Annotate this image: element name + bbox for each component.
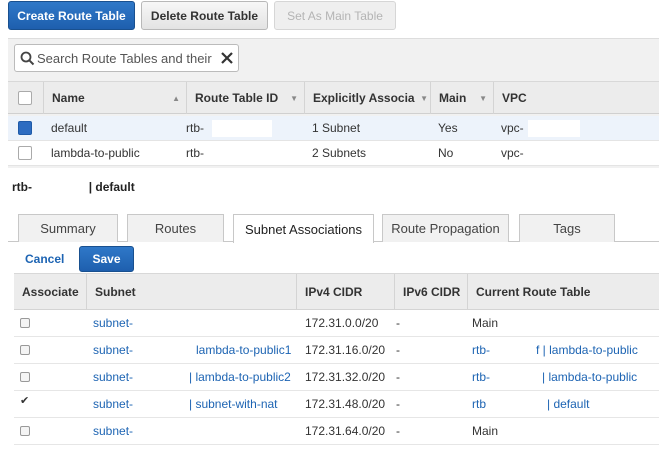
route-tables-header: Name ▲ Route Table ID ▼ Explicitly Assoc… [8,81,659,114]
sort-icon: ▼ [290,94,298,103]
column-current-route-table: Current Route Table [467,274,659,310]
route-table-name: default [51,121,88,135]
ipv6-cidr: - [396,343,400,357]
subnet-id-link[interactable]: subnet- [93,337,133,364]
delete-route-table-button[interactable]: Delete Route Table [141,1,268,30]
route-table-row[interactable]: default rtb- 1 Subnet Yes vpc- [8,116,659,141]
main-flag: No [438,146,454,160]
subnet-id-link[interactable]: subnet- [93,418,133,445]
ipv6-cidr: - [396,397,400,411]
subnet-row: subnet- 172.31.0.0/20 - Main [14,310,659,337]
redacted-block [212,120,272,137]
subnet-name-link[interactable]: lambda-to-public1 [196,337,291,364]
column-ipv6-cidr: IPv6 CIDR [394,274,467,310]
subnet-id-link[interactable]: subnet- [93,364,133,391]
search-input[interactable] [37,49,215,67]
route-table-id-link[interactable]: rtb [472,391,486,418]
explicit-associations: 2 Subnets [312,146,367,160]
explicit-associations: 1 Subnet [312,121,361,135]
route-table-name-link[interactable]: f | lambda-to-public [536,337,638,364]
route-table-name-link[interactable]: | lambda-to-public [542,364,637,391]
column-explicitly-associated[interactable]: Explicitly Associa ▼ [304,82,430,114]
route-table-id-link[interactable]: rtb- [472,364,490,391]
column-associate: Associate [22,285,79,299]
sort-asc-icon: ▲ [172,94,180,103]
search-box[interactable] [14,44,239,72]
associate-checkbox[interactable] [20,345,30,355]
cancel-link[interactable]: Cancel [25,252,64,266]
route-table-name-link[interactable]: | default [547,391,589,418]
row-checkbox[interactable] [18,146,32,160]
main-flag: Yes [438,121,458,135]
associate-checkbox-checked[interactable]: ✔ [20,394,29,407]
route-table-id: rtb- [186,146,204,160]
tab-route-propagation[interactable]: Route Propagation [382,214,509,242]
column-subnet: Subnet [86,274,296,310]
ipv6-cidr: - [396,316,400,330]
subnet-row: ✔ subnet- | subnet-with-nat 172.31.48.0/… [14,391,659,418]
ipv4-cidr: 172.31.16.0/20 [305,343,386,357]
clear-search-icon[interactable] [221,52,233,64]
column-ipv4-cidr: IPv4 CIDR [296,274,394,310]
sort-icon: ▼ [420,94,428,103]
ipv6-cidr: - [396,424,400,438]
vpc-id: vpc- [501,121,524,135]
tab-tags[interactable]: Tags [519,214,615,242]
route-table-row[interactable]: lambda-to-public rtb- 2 Subnets No vpc- [8,141,659,166]
ipv4-cidr: 172.31.0.0/20 [305,316,379,330]
current-route-table: Main [472,316,499,330]
route-table-id: rtb- [186,121,204,135]
sort-icon: ▼ [479,94,487,103]
subnet-row: subnet- | lambda-to-public2 172.31.32.0/… [14,364,659,391]
column-name[interactable]: Name ▲ [43,82,186,114]
save-button[interactable]: Save [79,246,134,272]
current-route-table: Main [472,424,499,438]
row-checkbox[interactable] [18,121,32,135]
set-as-main-table-button[interactable]: Set As Main Table [274,1,396,30]
tab-summary[interactable]: Summary [18,214,118,242]
associate-checkbox[interactable] [20,318,30,328]
ipv4-cidr: 172.31.48.0/20 [305,397,386,411]
select-all-checkbox[interactable] [18,91,32,105]
subnet-id-link[interactable]: subnet- [93,391,133,418]
subnet-name-link[interactable]: | lambda-to-public2 [189,364,291,391]
associate-checkbox[interactable] [20,372,30,382]
vpc-id: vpc- [501,146,524,160]
select-all-cell [8,82,43,114]
column-vpc[interactable]: VPC [493,82,659,114]
column-main[interactable]: Main ▼ [430,82,493,114]
route-table-name: lambda-to-public [51,146,140,160]
search-icon [20,51,35,66]
selected-route-table-title: rtb- | default [12,180,135,194]
column-route-table-id[interactable]: Route Table ID ▼ [186,82,304,114]
tab-subnet-associations[interactable]: Subnet Associations [233,214,374,243]
ipv4-cidr: 172.31.64.0/20 [305,424,386,438]
redacted-block [528,120,580,137]
ipv4-cidr: 172.31.32.0/20 [305,370,386,384]
tab-routes[interactable]: Routes [127,214,224,242]
subnet-id-link[interactable]: subnet- [93,310,133,337]
ipv6-cidr: - [396,370,400,384]
subnet-name-link[interactable]: | subnet-with-nat [189,391,278,418]
associate-checkbox[interactable] [20,426,30,436]
subnet-associations-header: Associate Subnet IPv4 CIDR IPv6 CIDR Cur… [14,273,659,310]
subnet-row: subnet- lambda-to-public1 172.31.16.0/20… [14,337,659,364]
route-table-id-link[interactable]: rtb- [472,337,490,364]
create-route-table-button[interactable]: Create Route Table [8,1,135,30]
subnet-row: subnet- 172.31.64.0/20 - Main [14,418,659,445]
